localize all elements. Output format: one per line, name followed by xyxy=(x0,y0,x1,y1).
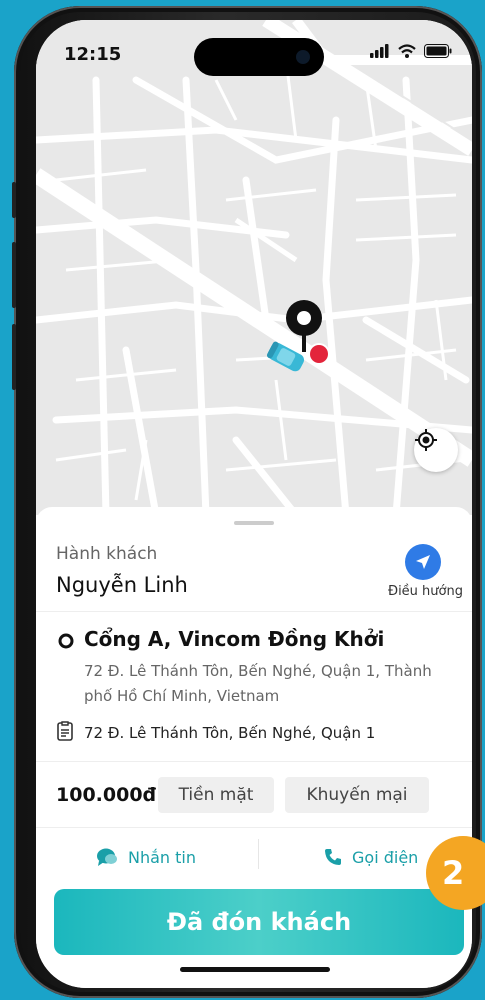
passenger-label: Hành khách xyxy=(56,544,158,564)
passenger-name: Nguyễn Linh xyxy=(56,573,188,597)
pickup-title: Cổng A, Vincom Đồng Khởi xyxy=(84,627,385,651)
divider xyxy=(36,761,472,762)
navigate-label: Điều hướng xyxy=(388,584,463,599)
payment-method-chip[interactable]: Tiền mặt xyxy=(158,777,274,813)
action-separator xyxy=(258,839,259,869)
phone-icon xyxy=(325,849,341,865)
battery-icon xyxy=(424,44,452,58)
fare-amount: 100.000đ xyxy=(56,784,157,806)
note-text: 72 Đ. Lê Thánh Tôn, Bến Nghé, Quận 1 xyxy=(84,724,376,742)
divider xyxy=(36,827,472,828)
camera-dot xyxy=(296,50,310,64)
message-button[interactable]: Nhắn tin xyxy=(96,842,196,872)
trip-sheet: Hành khách Nguyễn Linh Điều hướng Cổng A… xyxy=(36,507,472,988)
dynamic-island xyxy=(194,38,324,76)
volume-down-button xyxy=(12,324,16,390)
promotion-chip[interactable]: Khuyến mại xyxy=(285,777,429,813)
call-button[interactable]: Gọi điện xyxy=(324,842,418,872)
navigation-arrow-icon xyxy=(416,555,430,569)
chat-icon xyxy=(97,848,117,866)
locate-button[interactable] xyxy=(414,428,458,472)
map-streets xyxy=(36,20,472,515)
home-indicator[interactable] xyxy=(180,967,330,972)
status-bar: 12:15 xyxy=(36,20,472,80)
status-time: 12:15 xyxy=(64,44,122,65)
navigate-circle xyxy=(405,544,441,580)
pickup-address: 72 Đ. Lê Thánh Tôn, Bến Nghé, Quận 1, Th… xyxy=(84,662,432,705)
sheet-handle[interactable] xyxy=(234,521,274,525)
destination-dot-icon xyxy=(308,343,330,365)
volume-up-button xyxy=(12,242,16,308)
message-label: Nhắn tin xyxy=(128,847,196,867)
call-label: Gọi điện xyxy=(352,847,419,867)
note-icon xyxy=(57,721,73,741)
phone-screen: 12:15 Hành khách Nguyễn Linh Điều hướng … xyxy=(36,20,472,988)
mute-switch xyxy=(12,182,16,218)
map-view[interactable] xyxy=(36,20,472,515)
navigate-button[interactable]: Điều hướng xyxy=(388,544,463,599)
pickup-location-icon xyxy=(58,633,74,649)
locate-icon xyxy=(415,429,437,451)
wifi-icon xyxy=(398,44,416,58)
picked-up-button[interactable]: Đã đón khách xyxy=(54,889,464,955)
status-icons xyxy=(370,44,452,58)
divider xyxy=(36,611,472,612)
signal-icon xyxy=(370,44,389,58)
